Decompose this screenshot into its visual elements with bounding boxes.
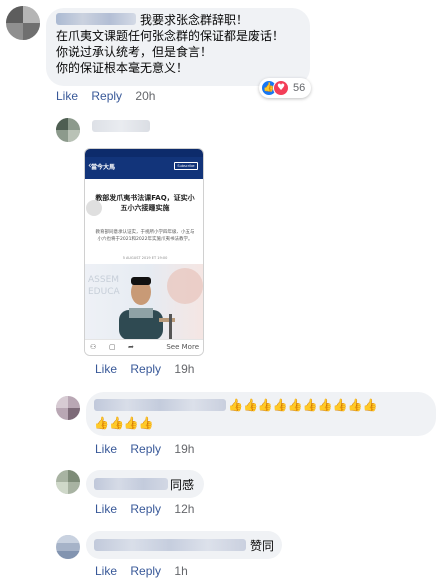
avatar-pixel (68, 470, 80, 482)
love-reaction-icon: ♥ (273, 80, 289, 96)
like-link[interactable]: Like (95, 564, 117, 578)
comment-actions: Like Reply 19h (95, 362, 204, 376)
article-photo: ASSEM EDUCA (85, 264, 203, 340)
comment-actions: Like Reply 20h (56, 89, 165, 103)
reply-link[interactable]: Reply (130, 502, 161, 516)
timestamp[interactable]: 20h (135, 89, 155, 103)
comment-text: 你说过承认统考，但是食言！ (56, 45, 213, 59)
avatar-pixel (68, 408, 80, 420)
share-icon: ➦ (128, 343, 134, 351)
minister-photo-illustration: ASSEM EDUCA (88, 268, 203, 340)
avatar-pixel (56, 118, 68, 130)
comment-actions: Like Reply 12h (95, 502, 204, 516)
comment-text: 你的保证根本毫无意义！ (56, 61, 189, 75)
reply-link[interactable]: Reply (91, 89, 122, 103)
like-link[interactable]: Like (56, 89, 78, 103)
phone-status-bar (85, 149, 203, 157)
like-link[interactable]: Like (95, 362, 117, 376)
avatar-pixel (56, 396, 68, 408)
timestamp[interactable]: 1h (174, 564, 187, 578)
commenter-name[interactable] (94, 399, 226, 411)
commenter-name[interactable] (94, 478, 168, 490)
article-date: 5 AUGUST 2019 ET 19:00 (122, 256, 168, 260)
avatar-pixel (56, 535, 80, 543)
comment-icon: ▢ (109, 343, 116, 351)
comment-text: 在爪夷文课题任何张念群的保证都是废话！ (56, 29, 285, 43)
commenter-name[interactable] (94, 539, 246, 551)
avatar[interactable] (56, 535, 80, 559)
reply-link[interactable]: Reply (130, 564, 161, 578)
timestamp[interactable]: 19h (174, 442, 194, 456)
reply-link[interactable]: Reply (130, 442, 161, 456)
like-link[interactable]: Like (95, 502, 117, 516)
comment-text: 赞同 (250, 539, 275, 553)
emoji-reply: 👍👍👍👍 (94, 416, 154, 430)
avatar[interactable] (56, 118, 80, 142)
avatar-pixel (6, 6, 23, 23)
reply-link[interactable]: Reply (130, 362, 161, 376)
timestamp[interactable]: 12h (174, 502, 194, 516)
avatar-pixel (56, 482, 68, 494)
avatar[interactable] (56, 470, 80, 494)
avatar-pixel (56, 551, 80, 559)
comment-actions: Like Reply 1h (95, 564, 198, 578)
comment-actions: Like Reply 19h (95, 442, 204, 456)
svg-text:EDUCA: EDUCA (88, 287, 120, 297)
overlay-blur (86, 200, 102, 216)
news-logo: 當今大馬 (91, 164, 116, 171)
commenter-name[interactable] (56, 13, 136, 25)
comment-text: 同感 (170, 478, 195, 492)
commenter-name[interactable] (92, 120, 150, 132)
reaction-icon: ⚇ (90, 343, 97, 351)
avatar-pixel (23, 6, 40, 23)
subscribe-button: Subscribe (174, 162, 198, 170)
avatar[interactable] (6, 6, 40, 40)
reaction-summary[interactable]: 👍 ♥ 56 (259, 78, 312, 98)
like-link[interactable]: Like (95, 442, 117, 456)
timestamp[interactable]: 19h (174, 362, 194, 376)
comment-text: 我要求张念群辞职！ (140, 13, 249, 27)
avatar-pixel (23, 23, 40, 40)
avatar-pixel (68, 130, 80, 142)
reaction-count: 56 (293, 82, 306, 94)
svg-text:ASSEM: ASSEM (88, 275, 119, 285)
see-more-link: See More (166, 343, 199, 351)
article-title: 教部发爪夷书法课FAQ，证实小五小六接踵实施 (95, 194, 195, 212)
emoji-reply: 👍👍👍👍👍👍👍👍👍👍 (228, 398, 378, 412)
avatar[interactable] (56, 396, 80, 420)
shared-screenshot[interactable]: ‹ 當今大馬 Subscribe 教部发爪夷书法课FAQ，证实小五小六接踵实施 … (84, 148, 204, 356)
post-footer: ⚇ ▢ ➦ See More (85, 339, 203, 355)
article-lead: 教育部同意承认证实，于视所小学四年级、小五与小六也将于2021和2022年实施爪… (95, 230, 195, 242)
